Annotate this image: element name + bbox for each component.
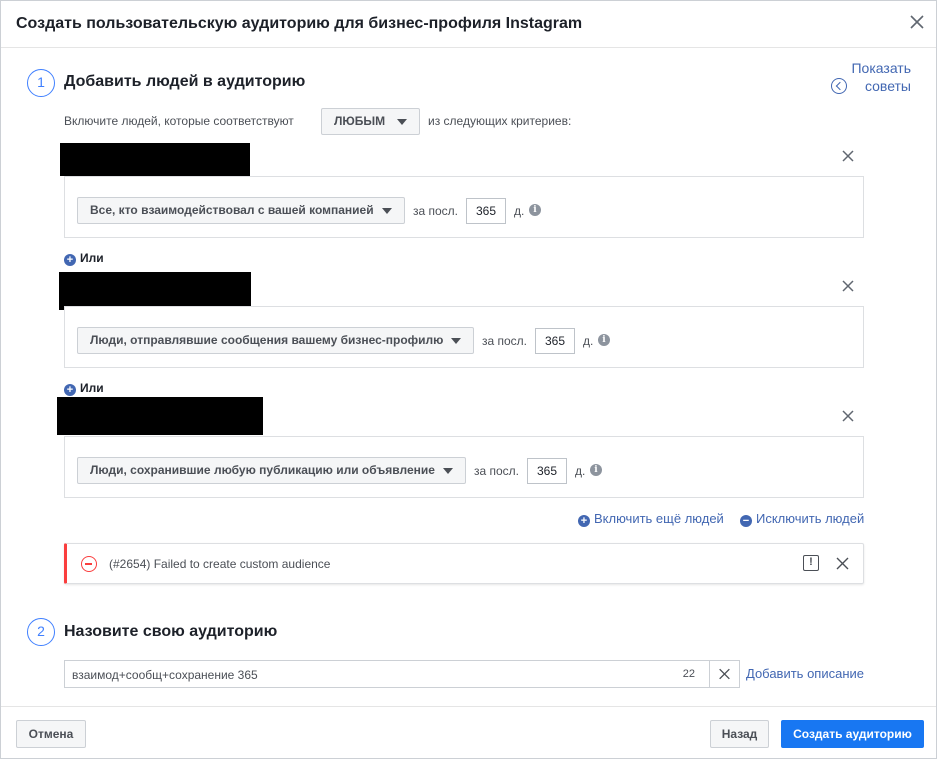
step-2-number: 2: [27, 618, 55, 646]
days-unit: д.: [575, 464, 586, 478]
plus-circle-icon: +: [64, 384, 76, 396]
create-audience-dialog: Создать пользовательскую аудиторию для б…: [0, 0, 937, 759]
period-label: за посл.: [474, 464, 520, 478]
audience-name-input[interactable]: взаимод+сообщ+сохранение 365 22: [64, 660, 740, 688]
days-unit: д.: [583, 334, 594, 348]
show-tips-link[interactable]: Показать советы: [831, 59, 911, 95]
step-1-title: Добавить людей в аудиторию: [64, 73, 306, 90]
caret-down-icon: [443, 468, 453, 474]
rule-box: Люди, отправлявшие сообщения вашему бизн…: [64, 306, 864, 368]
tips-label-line1: Показать: [851, 60, 911, 76]
redacted-block: [60, 143, 250, 176]
include-more-label: Включить ещё людей: [594, 511, 724, 526]
rule-box: Люди, сохранившие любую публикацию или о…: [64, 436, 864, 498]
dialog-header: Создать пользовательскую аудиторию для б…: [1, 1, 936, 48]
chevron-left-icon: [831, 78, 847, 94]
char-counter: 22: [682, 668, 695, 680]
info-icon[interactable]: i: [598, 334, 610, 346]
exclude-people-link[interactable]: − Исключить людей: [740, 511, 864, 527]
caret-down-icon: [397, 119, 407, 125]
close-icon[interactable]: [908, 13, 926, 31]
plus-circle-icon: +: [64, 254, 76, 266]
exclude-label: Исключить людей: [756, 511, 865, 526]
event-value: Люди, сохранившие любую публикацию или о…: [90, 463, 435, 477]
info-icon[interactable]: i: [529, 204, 541, 216]
include-more-people-link[interactable]: + Включить ещё людей: [578, 511, 724, 527]
back-button[interactable]: Назад: [710, 720, 769, 748]
clear-input-close-icon[interactable]: [709, 661, 739, 687]
info-icon[interactable]: i: [590, 464, 602, 476]
remove-rule-close-icon[interactable]: [841, 149, 855, 163]
plus-circle-icon: +: [578, 515, 590, 527]
event-value: Люди, отправлявшие сообщения вашему бизн…: [90, 333, 444, 347]
remove-rule-close-icon[interactable]: [841, 409, 855, 423]
minus-circle-icon: −: [740, 515, 752, 527]
dialog-title: Создать пользовательскую аудиторию для б…: [16, 15, 583, 32]
rule-box: Все, кто взаимодействовал с вашей компан…: [64, 176, 864, 238]
error-banner: (#2654) Failed to create custom audience…: [64, 543, 864, 584]
cancel-button[interactable]: Отмена: [16, 720, 86, 748]
event-dropdown[interactable]: Люди, отправлявшие сообщения вашему бизн…: [77, 327, 474, 354]
event-value: Все, кто взаимодействовал с вашей компан…: [90, 203, 374, 217]
create-audience-button[interactable]: Создать аудиторию: [781, 720, 924, 748]
error-icon: [81, 556, 97, 572]
caret-down-icon: [382, 208, 392, 214]
remove-rule-close-icon[interactable]: [841, 279, 855, 293]
days-input[interactable]: 365: [535, 328, 575, 354]
redacted-block: [59, 272, 251, 310]
error-message: (#2654) Failed to create custom audience: [109, 557, 331, 571]
caret-down-icon: [451, 338, 461, 344]
report-problem-icon[interactable]: !: [803, 555, 819, 571]
days-input[interactable]: 365: [466, 198, 506, 224]
event-dropdown[interactable]: Люди, сохранившие любую публикацию или о…: [77, 457, 466, 484]
criteria-text-after: из следующих критериев:: [428, 114, 572, 128]
or-label: Или: [80, 381, 104, 395]
or-button[interactable]: + Или: [64, 251, 104, 266]
step-2-title: Назовите свою аудиторию: [64, 623, 278, 640]
add-description-link[interactable]: Добавить описание: [746, 666, 864, 681]
or-button[interactable]: + Или: [64, 381, 104, 396]
criteria-text: Включите людей, которые соответствуют: [64, 114, 294, 128]
step-1-number: 1: [27, 69, 55, 97]
audience-name-value: взаимод+сообщ+сохранение 365: [72, 668, 258, 682]
dismiss-error-close-icon[interactable]: [836, 557, 849, 570]
match-type-value: ЛЮБЫМ: [334, 114, 386, 128]
period-label: за посл.: [413, 204, 459, 218]
days-input[interactable]: 365: [527, 458, 567, 484]
dialog-footer: Отмена Назад Создать аудиторию: [1, 706, 936, 759]
days-unit: д.: [514, 204, 525, 218]
match-type-dropdown[interactable]: ЛЮБЫМ: [321, 108, 420, 135]
period-label: за посл.: [482, 334, 528, 348]
redacted-block: [57, 397, 263, 435]
or-label: Или: [80, 251, 104, 265]
event-dropdown[interactable]: Все, кто взаимодействовал с вашей компан…: [77, 197, 405, 224]
